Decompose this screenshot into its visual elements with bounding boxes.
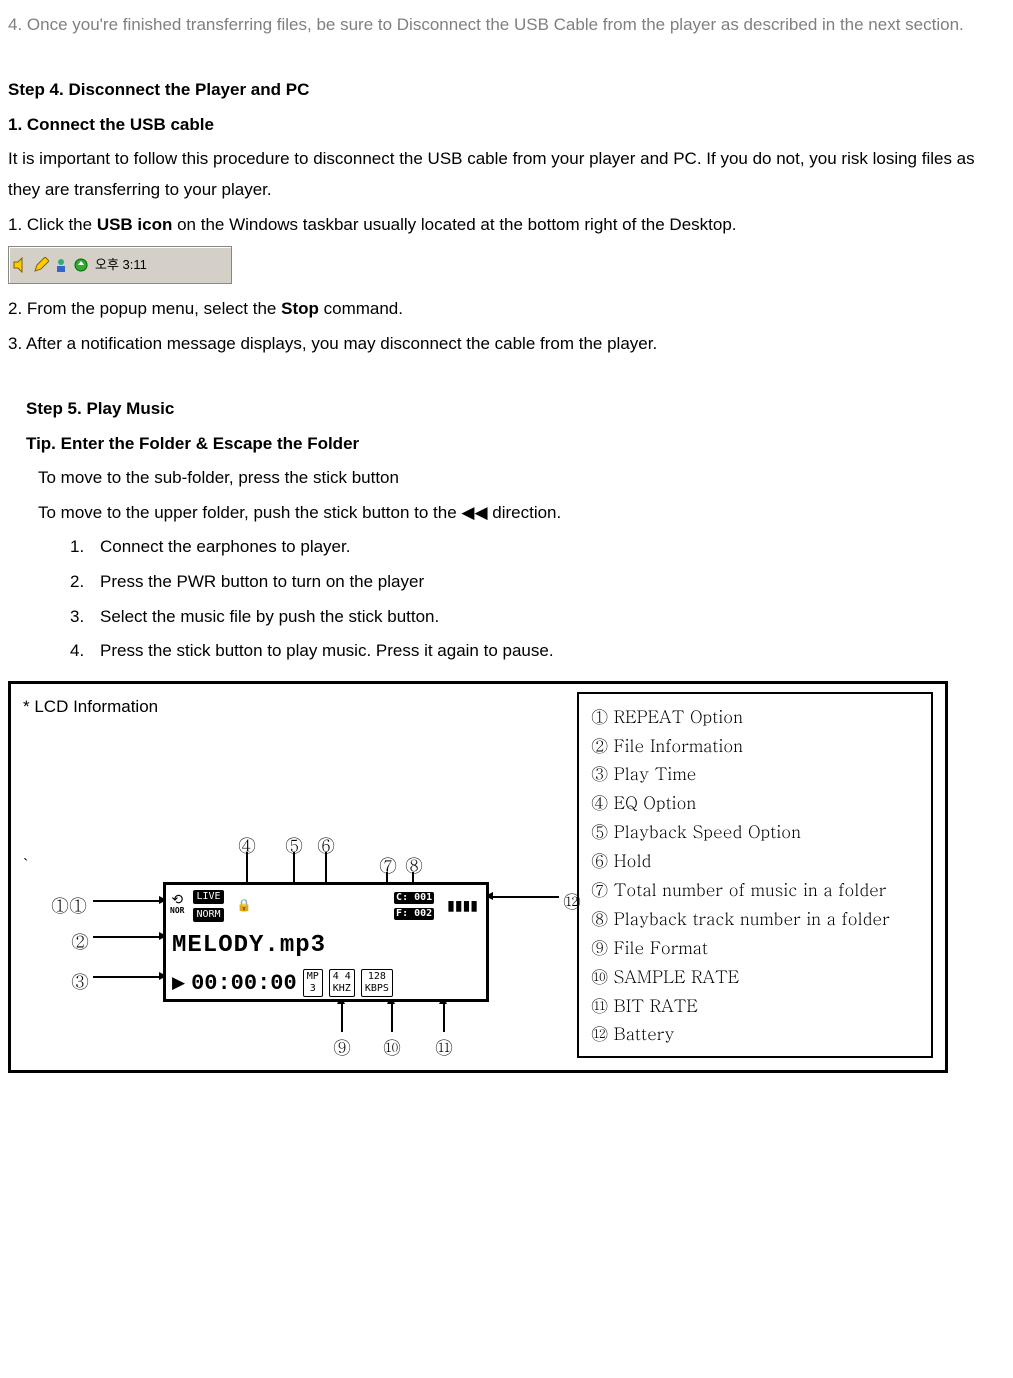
marker-11: ⑪ — [435, 1032, 453, 1064]
hold-lock-icon: 🔒 — [237, 895, 252, 917]
kbps-badge: 128 KBPS — [361, 969, 393, 997]
step5-ol4: 4.Press the stick button to play music. … — [38, 636, 1005, 667]
battery-icon: ▮▮▮▮ — [447, 893, 478, 918]
lcd-info-box: * LCD Information ` ④ ⑤ ⑥ ⑦ ⑧ ①① ② ③ ⑫ ⑨… — [8, 681, 948, 1074]
legend-5: ⑤ Playback Speed Option — [591, 817, 919, 846]
lcd-screen: ⟲ NOR LIVE NORM 🔒 C: 001 F: 002 ▮▮▮▮ — [163, 882, 489, 1002]
step5-move2c: direction. — [488, 503, 562, 522]
step4-li2b: Stop — [281, 299, 319, 318]
step5-tip: Tip. Enter the Folder & Escape the Folde… — [26, 429, 1005, 460]
legend-11: ⑪ BIT RATE — [591, 991, 919, 1020]
step5-ol1: 1.Connect the earphones to player. — [38, 532, 1005, 563]
repeat-icon: ⟲ — [171, 894, 183, 904]
step5-move2: To move to the upper folder, push the st… — [38, 498, 1005, 529]
step4-li1c: on the Windows taskbar usually located a… — [172, 215, 736, 234]
windows-taskbar-tray: 오후 3:11 — [8, 246, 232, 284]
step5-ol4-text: Press the stick button to play music. Pr… — [100, 641, 554, 660]
marker-2: ② — [71, 926, 89, 958]
step4-li2c: command. — [319, 299, 403, 318]
legend-12: ⑫ Battery — [591, 1019, 919, 1048]
count-f: F: 002 — [394, 908, 434, 920]
legend-10: ⑩ SAMPLE RATE — [591, 962, 919, 991]
step4-p1: It is important to follow this procedure… — [8, 144, 1005, 205]
step5-ol3-text: Select the music file by push the stick … — [100, 607, 439, 626]
lcd-time: 00:00:00 — [191, 964, 297, 1004]
play-icon: ▶ — [172, 968, 185, 999]
step5-ol2: 2.Press the PWR button to turn on the pl… — [38, 567, 1005, 598]
lcd-legend: ① REPEAT Option ② File Information ③ Pla… — [577, 692, 933, 1059]
khz-badge: 4 4 KHZ — [329, 969, 355, 997]
marker-8: ⑧ — [405, 850, 423, 882]
legend-3: ③ Play Time — [591, 759, 919, 788]
live-badge: LIVE — [193, 890, 223, 904]
step4-li2: 2. From the popup menu, select the Stop … — [8, 294, 1005, 325]
legend-8: ⑧ Playback track number in a folder — [591, 904, 919, 933]
step4-li1a: 1. Click the — [8, 215, 97, 234]
marker-7: ⑦ — [379, 850, 397, 882]
legend-7: ⑦ Total number of music in a folder — [591, 875, 919, 904]
marker-10: ⑩ — [383, 1032, 401, 1064]
step5-move1: To move to the sub-folder, press the sti… — [38, 463, 1005, 494]
step4-li1b: USB icon — [97, 215, 173, 234]
step4-li3: 3. After a notification message displays… — [8, 329, 1005, 360]
norm-badge: NORM — [193, 908, 223, 922]
step4-li1: 1. Click the USB icon on the Windows tas… — [8, 210, 1005, 241]
intro-number: 4. — [8, 15, 22, 34]
lcd-filename: MELODY.mp3 — [172, 924, 326, 967]
lcd-diagram: * LCD Information ` ④ ⑤ ⑥ ⑦ ⑧ ①① ② ③ ⑫ ⑨… — [23, 692, 557, 1059]
step4-sub1: 1. Connect the USB cable — [8, 110, 1005, 141]
legend-9: ⑨ File Format — [591, 933, 919, 962]
usb-eject-icon — [73, 257, 89, 273]
step4-li2a: 2. From the popup menu, select the — [8, 299, 281, 318]
marker-1: ①① — [51, 890, 87, 922]
volume-icon — [13, 257, 29, 273]
marker-3: ③ — [71, 966, 89, 998]
legend-6: ⑥ Hold — [591, 846, 919, 875]
pencil-icon — [33, 257, 49, 273]
legend-2: ② File Information — [591, 731, 919, 760]
nor-label: NOR — [170, 904, 184, 918]
lcd-title: * LCD Information — [23, 692, 557, 723]
mp3-badge: MP 3 — [303, 969, 323, 997]
step5-ol1-text: Connect the earphones to player. — [100, 537, 350, 556]
taskbar-time: 오후 3:11 — [95, 253, 147, 276]
step4-title: Step 4. Disconnect the Player and PC — [8, 75, 1005, 106]
stray-backtick: ` — [23, 852, 28, 881]
step5-move2a: To move to the upper folder, push the st… — [38, 503, 461, 522]
marker-9: ⑨ — [333, 1032, 351, 1064]
intro-text: Once you're finished transferring files,… — [22, 15, 964, 34]
rewind-glyph: ◀◀ — [461, 503, 487, 522]
marker-12: ⑫ — [563, 886, 581, 918]
step5-title: Step 5. Play Music — [26, 394, 1005, 425]
intro-paragraph: 4. Once you're finished transferring fil… — [8, 10, 1005, 41]
count-c: C: 001 — [394, 892, 434, 904]
legend-4: ④ EQ Option — [591, 788, 919, 817]
step5-ol2-text: Press the PWR button to turn on the play… — [100, 572, 424, 591]
legend-1: ① REPEAT Option — [591, 702, 919, 731]
user-icon — [53, 257, 69, 273]
step5-ol3: 3.Select the music file by push the stic… — [38, 602, 1005, 633]
